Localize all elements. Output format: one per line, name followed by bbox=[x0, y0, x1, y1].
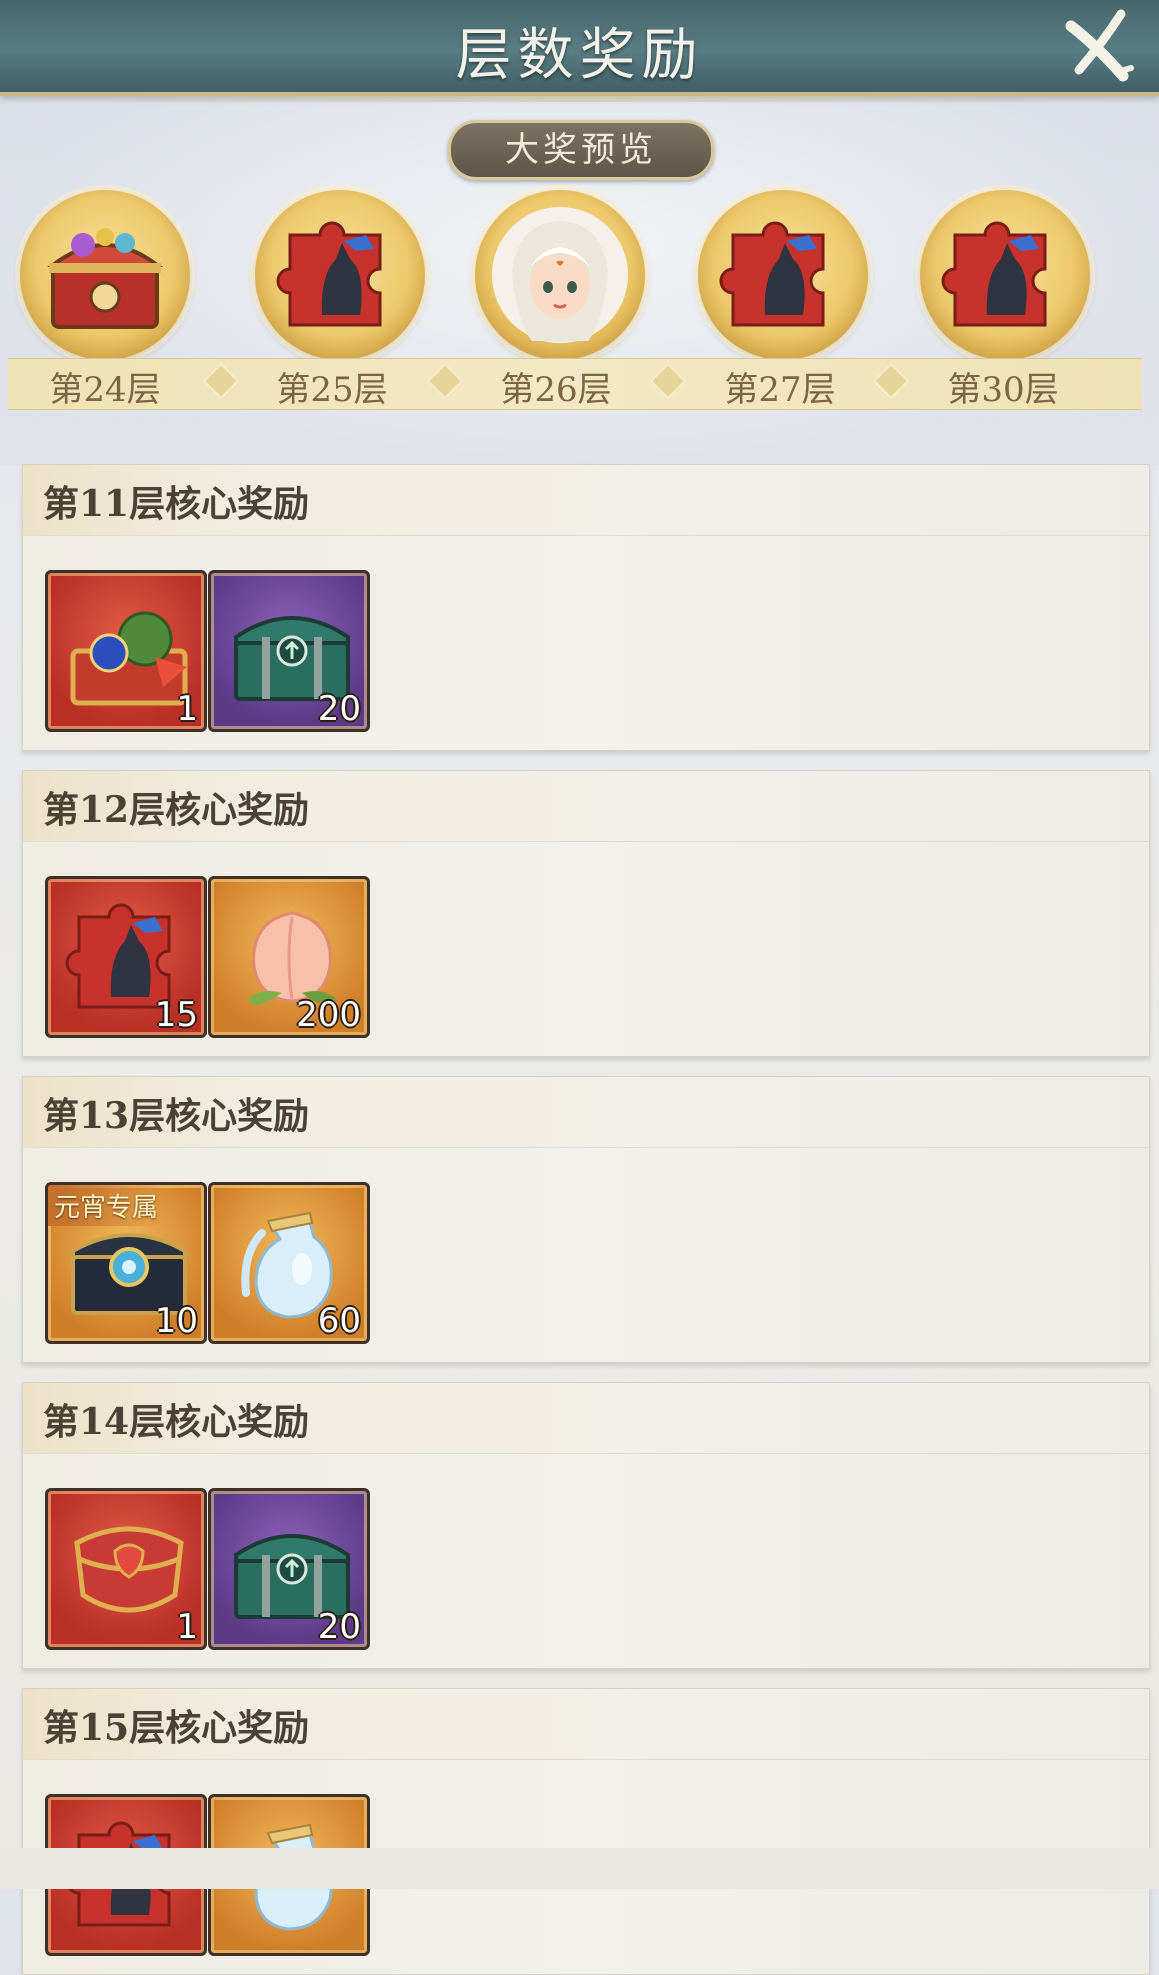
item-quantity: 1 bbox=[176, 1607, 198, 1647]
reward-item[interactable]: 20 bbox=[208, 570, 370, 732]
preview-medal-5[interactable] bbox=[920, 190, 1090, 360]
reward-card-floor-15: 第15层核心奖励 bbox=[22, 1688, 1150, 1975]
item-quantity: 1 bbox=[176, 689, 198, 729]
close-icon bbox=[1065, 9, 1134, 82]
floor-label-1: 第24层 bbox=[49, 370, 161, 410]
reward-card-title: 第14层核心奖励 bbox=[43, 1401, 310, 1443]
page-title: 层数奖励 bbox=[455, 23, 704, 88]
reward-item[interactable]: 1 bbox=[45, 570, 207, 732]
treasure-chest-icon bbox=[47, 228, 163, 329]
floor-label-2: 第25层 bbox=[276, 370, 388, 410]
reward-card-floor-11: 第11层核心奖励 1 20 bbox=[22, 464, 1150, 751]
reward-item[interactable]: 20 bbox=[208, 1488, 370, 1650]
preview-medal-4[interactable] bbox=[698, 190, 868, 360]
reward-item[interactable]: 元宵专属 10 bbox=[45, 1182, 207, 1344]
puzzle-piece-icon bbox=[276, 221, 382, 327]
exclusive-tag: 元宵专属 bbox=[48, 1185, 165, 1226]
close-button[interactable] bbox=[1057, 6, 1137, 86]
reward-card-floor-12: 第12层核心奖励 15 200 bbox=[22, 770, 1150, 1057]
item-quantity: 60 bbox=[317, 1301, 361, 1341]
character-portrait-icon bbox=[492, 207, 628, 343]
puzzle-piece-icon bbox=[719, 221, 825, 327]
reward-card-floor-13: 第13层核心奖励 元宵专属 10 60 bbox=[22, 1076, 1150, 1363]
reward-item[interactable]: 60 bbox=[208, 1182, 370, 1344]
floor-label-4: 第27层 bbox=[724, 370, 836, 410]
grand-prize-preview-label: 大奖预览 bbox=[448, 120, 714, 180]
reward-card-title: 第11层核心奖励 bbox=[43, 483, 310, 525]
reward-card-title: 第13层核心奖励 bbox=[43, 1095, 310, 1137]
bottom-edge bbox=[0, 1848, 1159, 1889]
preview-medal-3[interactable] bbox=[475, 190, 645, 360]
reward-card-title: 第15层核心奖励 bbox=[43, 1707, 310, 1749]
item-quantity: 10 bbox=[154, 1301, 198, 1341]
reward-card-floor-14: 第14层核心奖励 1 20 bbox=[22, 1382, 1150, 1669]
item-quantity: 200 bbox=[296, 995, 361, 1035]
header-bar: 层数奖励 bbox=[0, 0, 1159, 102]
floor-label-3: 第26层 bbox=[500, 370, 612, 410]
preview-medal-2[interactable] bbox=[255, 190, 425, 360]
floor-label-5: 第30层 bbox=[947, 370, 1059, 410]
reward-item[interactable]: 200 bbox=[208, 876, 370, 1038]
item-quantity: 20 bbox=[317, 1607, 361, 1647]
reward-card-title: 第12层核心奖励 bbox=[43, 789, 310, 831]
puzzle-piece-icon bbox=[941, 221, 1047, 327]
item-quantity: 15 bbox=[154, 995, 198, 1035]
item-quantity: 20 bbox=[317, 689, 361, 729]
reward-item[interactable]: 1 bbox=[45, 1488, 207, 1650]
preview-medal-1[interactable] bbox=[20, 190, 190, 360]
reward-item[interactable]: 15 bbox=[45, 876, 207, 1038]
